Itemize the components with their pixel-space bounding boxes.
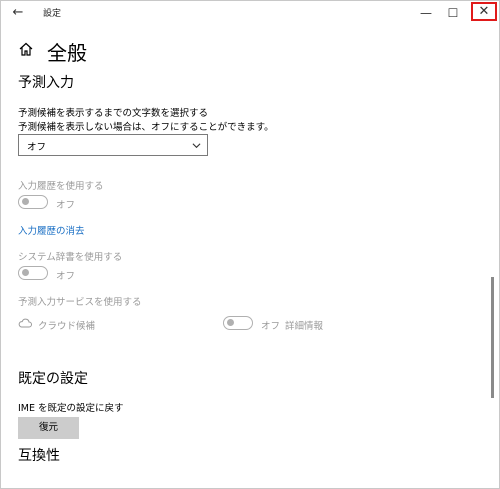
defaults-desc: IME を既定の設定に戻す bbox=[18, 403, 124, 414]
prediction-desc-line1: 予測候補を表示するまでの文字数を選択する bbox=[18, 108, 209, 119]
system-dict-label: システム辞書を使用する bbox=[18, 252, 123, 263]
prediction-heading: 予測入力 bbox=[18, 75, 74, 91]
cloud-toggle-text: オフ bbox=[261, 321, 281, 332]
minimize-button[interactable]: — bbox=[414, 3, 438, 23]
prediction-char-count-select[interactable]: オフ bbox=[18, 134, 208, 156]
cloud-candidate-text: クラウド候補 bbox=[38, 321, 96, 332]
details-link[interactable]: 詳細情報 bbox=[285, 318, 323, 332]
back-button[interactable]: ← bbox=[7, 3, 29, 23]
compat-heading: 互換性 bbox=[18, 448, 60, 464]
title-bar: ← 設定 — ☐ ✕ bbox=[1, 1, 499, 25]
service-label: 予測入力サービスを使用する bbox=[18, 297, 142, 308]
page-title: 全般 bbox=[47, 41, 87, 65]
cloud-icon bbox=[18, 318, 32, 328]
history-toggle-text: オフ bbox=[56, 200, 76, 211]
clear-history-link[interactable]: 入力履歴の消去 bbox=[18, 223, 85, 237]
cloud-candidate-toggle[interactable] bbox=[223, 316, 253, 330]
prediction-desc-line2: 予測候補を表示しない場合は、オフにすることができます。 bbox=[18, 122, 274, 133]
home-icon bbox=[19, 42, 33, 56]
restore-button[interactable]: 復元 bbox=[18, 417, 79, 439]
select-value: オフ bbox=[27, 142, 47, 153]
maximize-button[interactable]: ☐ bbox=[441, 3, 465, 23]
scrollbar[interactable] bbox=[491, 277, 494, 398]
defaults-heading: 既定の設定 bbox=[18, 371, 88, 387]
system-dict-toggle-text: オフ bbox=[56, 271, 76, 282]
close-button[interactable]: ✕ bbox=[471, 2, 497, 21]
history-toggle[interactable] bbox=[18, 195, 48, 209]
chevron-down-icon bbox=[192, 143, 201, 149]
history-label: 入力履歴を使用する bbox=[18, 181, 104, 192]
settings-window: ← 設定 — ☐ ✕ 全般 予測入力 予測候補を表示するまでの文字数を選択する … bbox=[0, 0, 500, 489]
system-dict-toggle[interactable] bbox=[18, 266, 48, 280]
window-title: 設定 bbox=[43, 9, 62, 19]
